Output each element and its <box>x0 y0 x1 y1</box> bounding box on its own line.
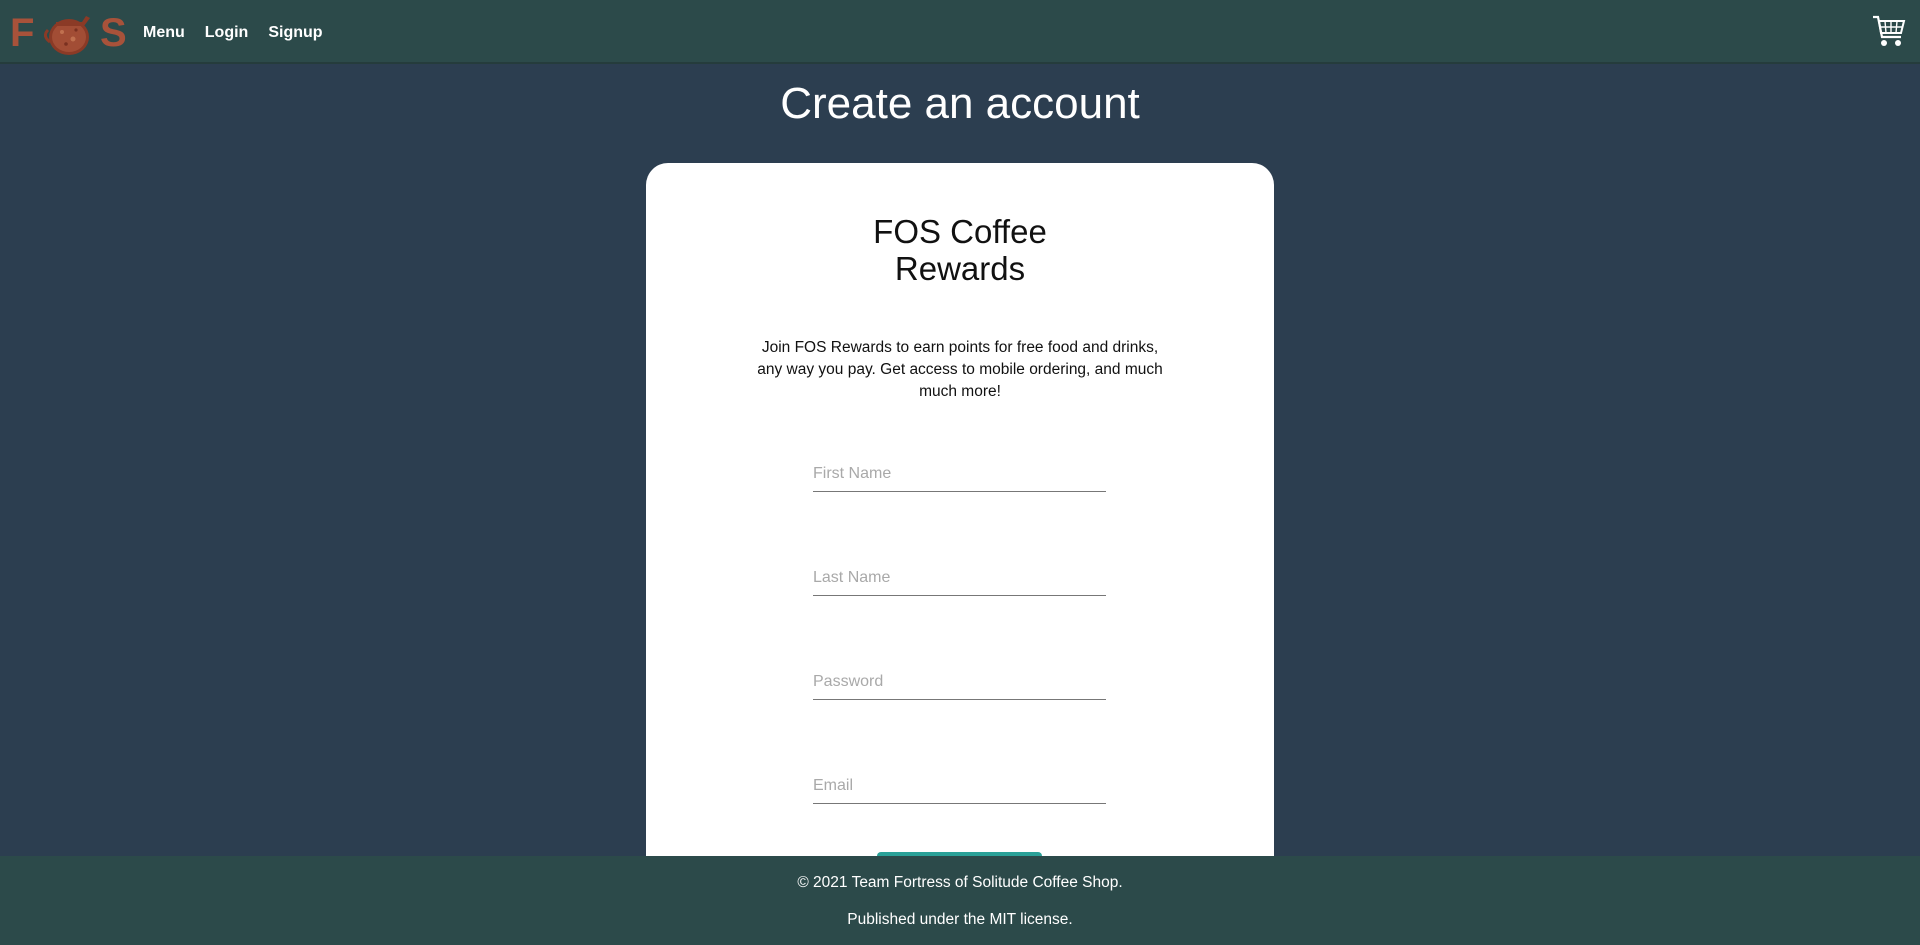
first-name-field[interactable] <box>813 457 1106 492</box>
shopping-cart-icon[interactable] <box>1872 13 1906 49</box>
footer-copyright: © 2021 Team Fortress of Solitude Coffee … <box>797 874 1123 891</box>
card-title-line-1: FOS Coffee <box>873 213 1047 250</box>
card-description: Join FOS Rewards to earn points for free… <box>757 339 1163 400</box>
password-field[interactable] <box>813 665 1106 700</box>
navbar: F S Menu Login Signup <box>0 0 1920 64</box>
logo-letter-f: F <box>10 11 34 55</box>
card-title: FOS Coffee Rewards <box>646 213 1274 287</box>
footer-license: Published under the MIT license. <box>847 911 1073 928</box>
nav-link-login[interactable]: Login <box>205 24 249 42</box>
logo-letter-s: S <box>100 11 127 55</box>
email-field[interactable] <box>813 769 1106 804</box>
signup-card: FOS Coffee Rewards Join FOS Rewards to e… <box>646 163 1274 903</box>
coffee-pot-icon <box>43 16 90 55</box>
page-title: Create an account <box>780 79 1140 128</box>
last-name-field[interactable] <box>813 561 1106 596</box>
nav-links: Menu Login Signup <box>143 0 323 66</box>
footer: © 2021 Team Fortress of Solitude Coffee … <box>0 856 1920 945</box>
nav-link-signup[interactable]: Signup <box>268 24 322 42</box>
fos-logo[interactable]: F S <box>10 8 130 58</box>
nav-link-menu[interactable]: Menu <box>143 24 185 42</box>
card-title-line-2: Rewards <box>894 250 1026 287</box>
